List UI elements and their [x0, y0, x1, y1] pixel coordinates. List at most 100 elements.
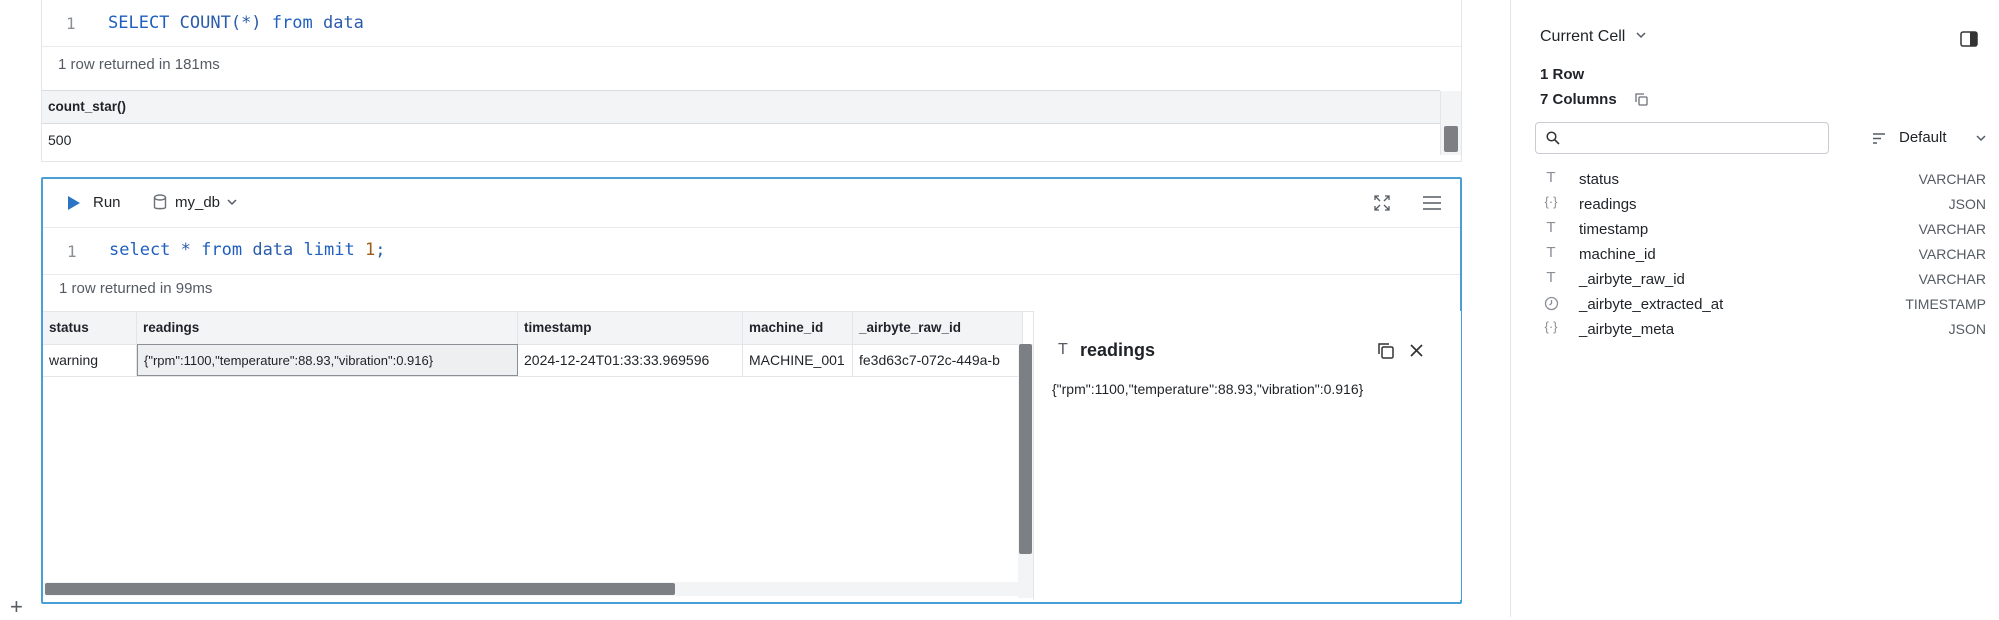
- sql-query[interactable]: SELECT COUNT(*) from data: [108, 13, 364, 33]
- copy-icon[interactable]: [1634, 92, 1649, 107]
- column-type: VARCHAR: [1918, 221, 1986, 237]
- sql-keyword: select: [109, 240, 171, 260]
- vertical-scrollbar[interactable]: [1440, 91, 1461, 155]
- table-cell-selected[interactable]: {"rpm":1100,"temperature":88.93,"vibrati…: [137, 344, 518, 376]
- expand-icon[interactable]: [1373, 194, 1391, 212]
- sql-function: COUNT(*): [169, 13, 272, 33]
- play-icon: [68, 196, 80, 210]
- sort-dropdown[interactable]: Default: [1862, 128, 1992, 150]
- table-header-row: count_star(): [42, 91, 1440, 124]
- column-list-item[interactable]: {·} _airbyte_meta JSON: [1541, 318, 1986, 342]
- panel-header-dropdown[interactable]: Current Cell: [1540, 28, 1646, 50]
- query-status: 1 row returned in 99ms: [59, 280, 213, 297]
- table-cell[interactable]: warning: [43, 344, 137, 376]
- sql-punctuation: ;: [375, 240, 386, 260]
- column-name: _airbyte_extracted_at: [1579, 296, 1724, 313]
- code-editor[interactable]: 1 SELECT COUNT(*) from data: [42, 0, 1461, 47]
- column-type: TIMESTAMP: [1905, 296, 1986, 312]
- chevron-down-icon: [1636, 32, 1646, 39]
- close-icon[interactable]: [1409, 343, 1424, 358]
- column-type: VARCHAR: [1918, 246, 1986, 262]
- sql-keyword: SELECT: [108, 13, 170, 33]
- column-header[interactable]: _airbyte_raw_id: [853, 312, 1023, 344]
- chevron-down-icon: [1976, 135, 1986, 142]
- column-name: status: [1579, 171, 1620, 188]
- chevron-down-icon: [227, 199, 237, 206]
- query-status: 1 row returned in 181ms: [58, 56, 220, 73]
- column-count: 7 Columns: [1540, 91, 1617, 108]
- search-input[interactable]: [1566, 127, 1820, 149]
- horizontal-scrollbar[interactable]: [43, 582, 1018, 596]
- copy-icon[interactable]: [1376, 341, 1395, 360]
- scrollbar-thumb[interactable]: [45, 583, 675, 595]
- menu-icon[interactable]: [1422, 195, 1442, 211]
- json-type-icon: {·}: [1544, 319, 1558, 334]
- detail-title: readings: [1080, 340, 1156, 360]
- sort-label: Default: [1899, 129, 1947, 146]
- column-header[interactable]: timestamp: [518, 312, 743, 344]
- scrollbar-thumb[interactable]: [1444, 126, 1458, 152]
- database-label: my_db: [175, 194, 221, 211]
- column-name: machine_id: [1579, 246, 1656, 263]
- scrollbar-thumb[interactable]: [1019, 344, 1032, 554]
- clock-type-icon: [1541, 294, 1561, 315]
- sort-icon: [1873, 133, 1885, 144]
- database-selector[interactable]: my_db: [153, 192, 248, 214]
- column-type: JSON: [1948, 196, 1986, 212]
- sql-number: 1: [354, 240, 376, 260]
- table-header-row: status readings timestamp machine_id _ai…: [43, 311, 1033, 345]
- column-header[interactable]: machine_id: [743, 312, 853, 344]
- json-type-icon: {·}: [1544, 194, 1558, 209]
- column-header[interactable]: readings: [137, 312, 518, 344]
- sql-table: data: [242, 240, 304, 260]
- toggle-panel-icon[interactable]: [1960, 31, 1978, 47]
- text-type-icon: T: [1546, 269, 1556, 286]
- column-search[interactable]: [1535, 122, 1829, 154]
- query-cell-2: Run my_db 1 select * from data limit 1; …: [41, 177, 1462, 604]
- column-name: _airbyte_meta: [1579, 321, 1675, 338]
- column-name: _airbyte_raw_id: [1579, 271, 1685, 288]
- cell-detail-panel: T readings {"rpm":1100,"temperature":88.…: [1033, 311, 1461, 600]
- column-list-item[interactable]: T _airbyte_raw_id VARCHAR: [1541, 268, 1986, 292]
- query-cell-1: 1 SELECT COUNT(*) from data 1 row return…: [41, 0, 1462, 162]
- sql-table: data: [312, 13, 364, 33]
- code-editor[interactable]: 1 select * from data limit 1;: [43, 228, 1460, 275]
- table-cell[interactable]: MACHINE_001: [743, 344, 853, 376]
- search-icon: [1546, 131, 1560, 145]
- column-name: timestamp: [1579, 221, 1649, 238]
- sql-text: *: [170, 240, 202, 260]
- add-cell-button[interactable]: +: [10, 594, 23, 620]
- table-cell[interactable]: fe3d63c7-072c-449a-b: [853, 344, 1023, 376]
- sql-query[interactable]: select * from data limit 1;: [109, 240, 385, 260]
- line-number: 1: [67, 242, 77, 261]
- column-list-item[interactable]: T status VARCHAR: [1541, 168, 1986, 192]
- table-cell[interactable]: 500: [48, 132, 71, 148]
- column-list-item[interactable]: _airbyte_extracted_at TIMESTAMP: [1541, 293, 1986, 317]
- column-type: VARCHAR: [1918, 171, 1986, 187]
- table-cell[interactable]: 2024-12-24T01:33:33.969596: [518, 344, 743, 376]
- vertical-scrollbar[interactable]: [1018, 344, 1033, 598]
- inspector-panel: Current Cell 1 Row 7 Columns Default T s…: [1510, 0, 1999, 617]
- column-list-item[interactable]: T timestamp VARCHAR: [1541, 218, 1986, 242]
- text-type-icon: T: [1058, 341, 1068, 358]
- line-number: 1: [66, 14, 76, 33]
- panel-header: Current Cell: [1540, 28, 1626, 45]
- cell-toolbar: Run my_db: [43, 179, 1460, 228]
- column-header[interactable]: status: [43, 312, 137, 344]
- column-list-item[interactable]: T machine_id VARCHAR: [1541, 243, 1986, 267]
- column-header[interactable]: count_star(): [48, 99, 126, 114]
- row-count: 1 Row: [1540, 66, 1585, 83]
- column-type: JSON: [1948, 321, 1986, 337]
- sql-keyword: from: [271, 13, 313, 33]
- result-table: count_star() 500: [42, 90, 1461, 155]
- sql-keyword: limit: [303, 240, 355, 260]
- detail-value: {"rpm":1100,"temperature":88.93,"vibrati…: [1052, 381, 1364, 397]
- text-type-icon: T: [1546, 169, 1556, 186]
- result-grid: status readings timestamp machine_id _ai…: [43, 311, 1033, 598]
- table-row[interactable]: warning {"rpm":1100,"temperature":88.93,…: [43, 344, 1033, 377]
- column-list-item[interactable]: {·} readings JSON: [1541, 193, 1986, 217]
- column-name: readings: [1579, 196, 1637, 213]
- text-type-icon: T: [1546, 244, 1556, 261]
- column-type: VARCHAR: [1918, 271, 1986, 287]
- table-row[interactable]: 500: [42, 124, 1440, 154]
